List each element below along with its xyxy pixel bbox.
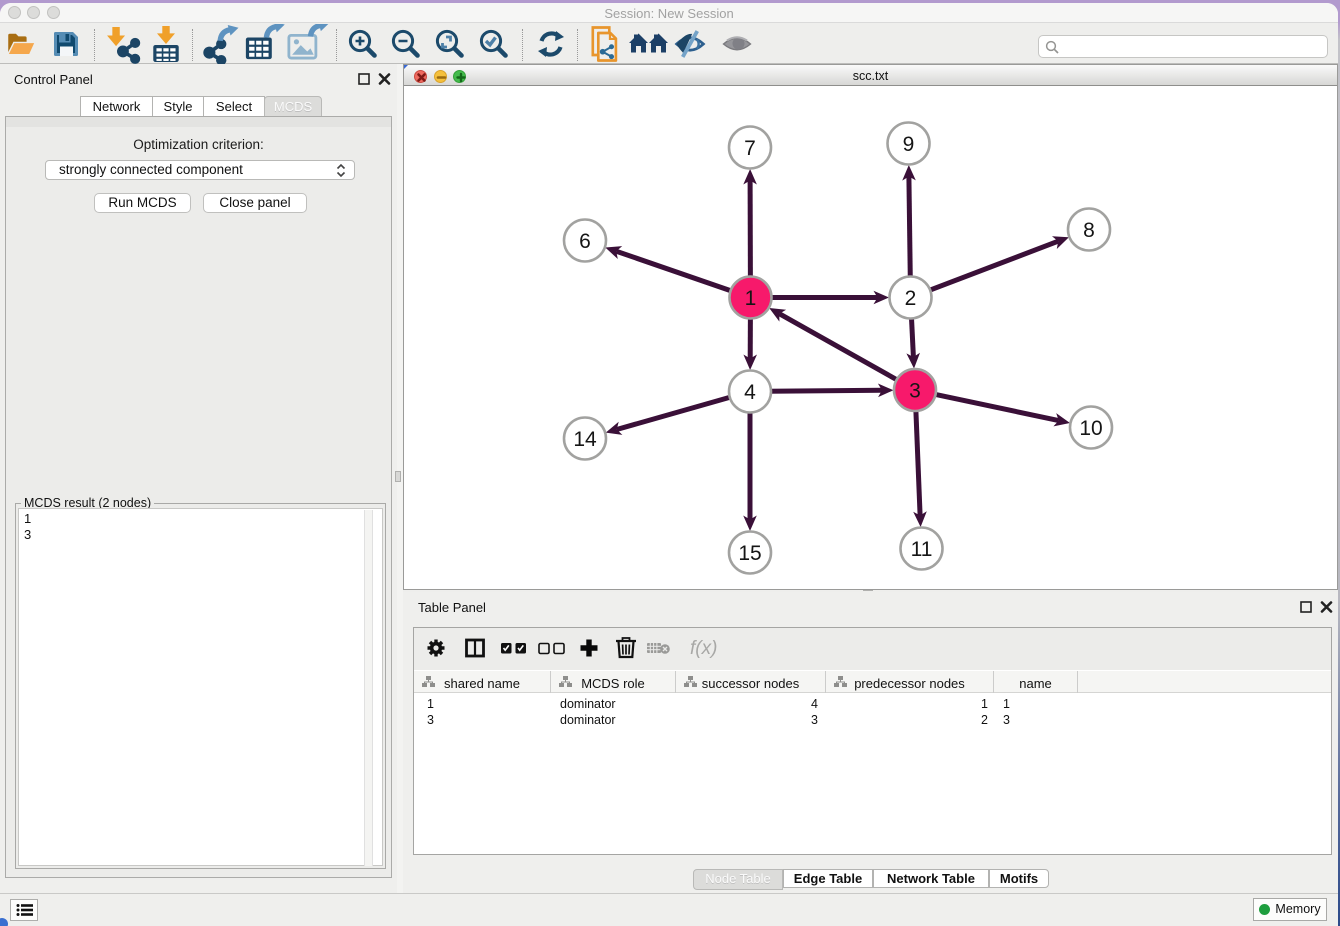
svg-text:7: 7 [744,137,756,160]
svg-text:2: 2 [905,287,917,310]
svg-text:4: 4 [744,381,756,404]
svg-text:15: 15 [738,542,761,565]
svg-text:1: 1 [745,287,757,310]
svg-text:3: 3 [909,380,921,403]
svg-text:6: 6 [579,230,591,253]
svg-text:10: 10 [1079,417,1102,440]
svg-text:14: 14 [573,428,597,451]
svg-text:9: 9 [903,133,915,156]
svg-text:11: 11 [911,538,933,561]
svg-text:8: 8 [1083,219,1095,242]
svg-text:f(x): f(x) [690,638,717,659]
